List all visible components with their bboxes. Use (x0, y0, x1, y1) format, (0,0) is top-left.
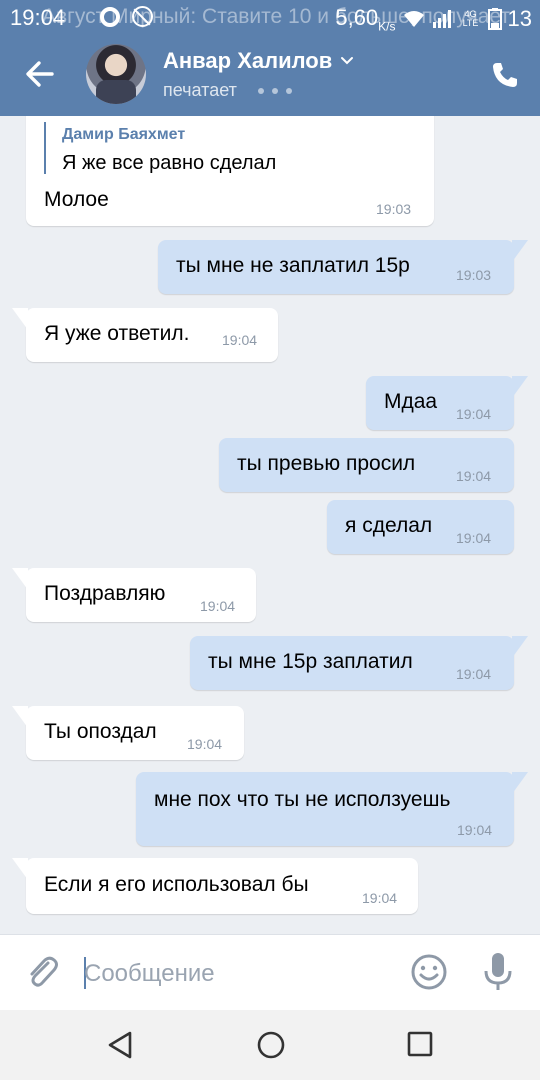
message-text: ты превью просил (237, 452, 416, 475)
message-text: я сделал (345, 514, 433, 537)
quote-text: Я же все равно сделал (62, 152, 277, 174)
message-outgoing[interactable]: мне пох что ты не исползуешь 19:04 (136, 772, 528, 846)
phone-icon[interactable] (490, 60, 520, 90)
message-text: Мдаа (384, 390, 438, 413)
message-outgoing[interactable]: я сделал 19:04 (327, 500, 514, 554)
typing-status: печатает (163, 80, 237, 100)
message-incoming[interactable]: Ты опоздал 19:04 (12, 706, 244, 760)
nav-recent-icon[interactable] (406, 1030, 434, 1058)
message-list[interactable]: Дамир Баяхмет Я же все равно сделал Моло… (0, 116, 540, 934)
paperclip-icon[interactable] (24, 953, 60, 991)
status-bar: 19:04 Август Мирный: Ставите 10 и больше… (0, 0, 540, 34)
bubble-tail (512, 636, 528, 658)
message-outgoing[interactable]: ты превью просил 19:04 (219, 438, 514, 492)
message-outgoing[interactable]: ты мне не заплатил 15р 19:03 (158, 240, 528, 294)
message-text: Молое (44, 188, 109, 211)
message-incoming[interactable]: Поздравляю 19:04 (12, 568, 256, 622)
message-time: 19:03 (456, 267, 492, 283)
message-text: Ты опоздал (44, 720, 157, 743)
network-speed: 5,60K/s (335, 5, 395, 33)
do-not-disturb-icon (132, 6, 153, 27)
battery-icon (487, 8, 502, 31)
battery-level: 13 (507, 6, 532, 32)
avatar[interactable] (86, 44, 146, 104)
nav-home-icon[interactable] (256, 1030, 286, 1060)
chat-header: Анвар Халилов печатает (0, 34, 540, 116)
message-input[interactable] (84, 955, 384, 993)
chrome-icon (100, 7, 120, 27)
message-text: Я уже ответил. (44, 322, 190, 345)
message-time: 19:03 (376, 201, 412, 217)
system-navigation-bar (0, 1010, 540, 1080)
bubble-tail (12, 308, 28, 330)
message-time: 19:04 (456, 666, 492, 682)
signal-icon (432, 10, 451, 29)
message-time: 19:04 (456, 468, 492, 484)
message-incoming[interactable]: Я уже ответил. 19:04 (12, 308, 278, 362)
message-text: Поздравляю (44, 582, 166, 605)
message-time: 19:04 (456, 406, 492, 422)
message-composer (0, 934, 540, 1010)
bubble-tail (512, 376, 528, 398)
message-time: 19:04 (187, 736, 223, 752)
message-time: 19:04 (200, 598, 236, 614)
message-text: ты мне не заплатил 15р (176, 254, 410, 277)
status-right: 5,60K/s 4G LTE 13 (335, 5, 532, 33)
bubble-tail (12, 568, 28, 590)
network-speed-unit: K/s (378, 19, 396, 34)
emoji-icon[interactable] (410, 953, 448, 991)
quote-author: Дамир Баяхмет (62, 126, 186, 143)
microphone-icon[interactable] (482, 951, 514, 993)
chevron-down-icon[interactable] (340, 54, 354, 68)
message-incoming[interactable]: Если я его использовал бы 19:04 (12, 858, 418, 914)
message-time: 19:04 (456, 530, 492, 546)
contact-name[interactable]: Анвар Халилов (163, 48, 332, 74)
message-text: ты мне 15р заплатил (208, 650, 413, 673)
message-time: 19:04 (457, 822, 493, 838)
network-speed-value: 5,60 (335, 5, 379, 30)
bubble-tail (512, 772, 528, 794)
nav-back-icon[interactable] (106, 1030, 134, 1060)
bubble-tail (12, 858, 28, 880)
message-time: 19:04 (362, 890, 398, 906)
typing-dots (258, 88, 292, 94)
back-arrow-icon[interactable] (22, 56, 58, 92)
message-text: мне пох что ты не исползуешь (154, 788, 451, 811)
bubble-tail (12, 706, 28, 728)
message-outgoing[interactable]: Мдаа 19:04 (366, 376, 528, 430)
message-text: Если я его использовал бы (44, 873, 309, 896)
message-outgoing[interactable]: ты мне 15р заплатил 19:04 (190, 636, 528, 690)
message-incoming[interactable]: Дамир Баяхмет Я же все равно сделал Моло… (26, 116, 434, 226)
bubble-tail (512, 240, 528, 262)
network-type: 4G LTE (462, 9, 479, 29)
message-time: 19:04 (222, 332, 258, 348)
quote-bar (44, 122, 46, 174)
wifi-icon (403, 11, 424, 28)
